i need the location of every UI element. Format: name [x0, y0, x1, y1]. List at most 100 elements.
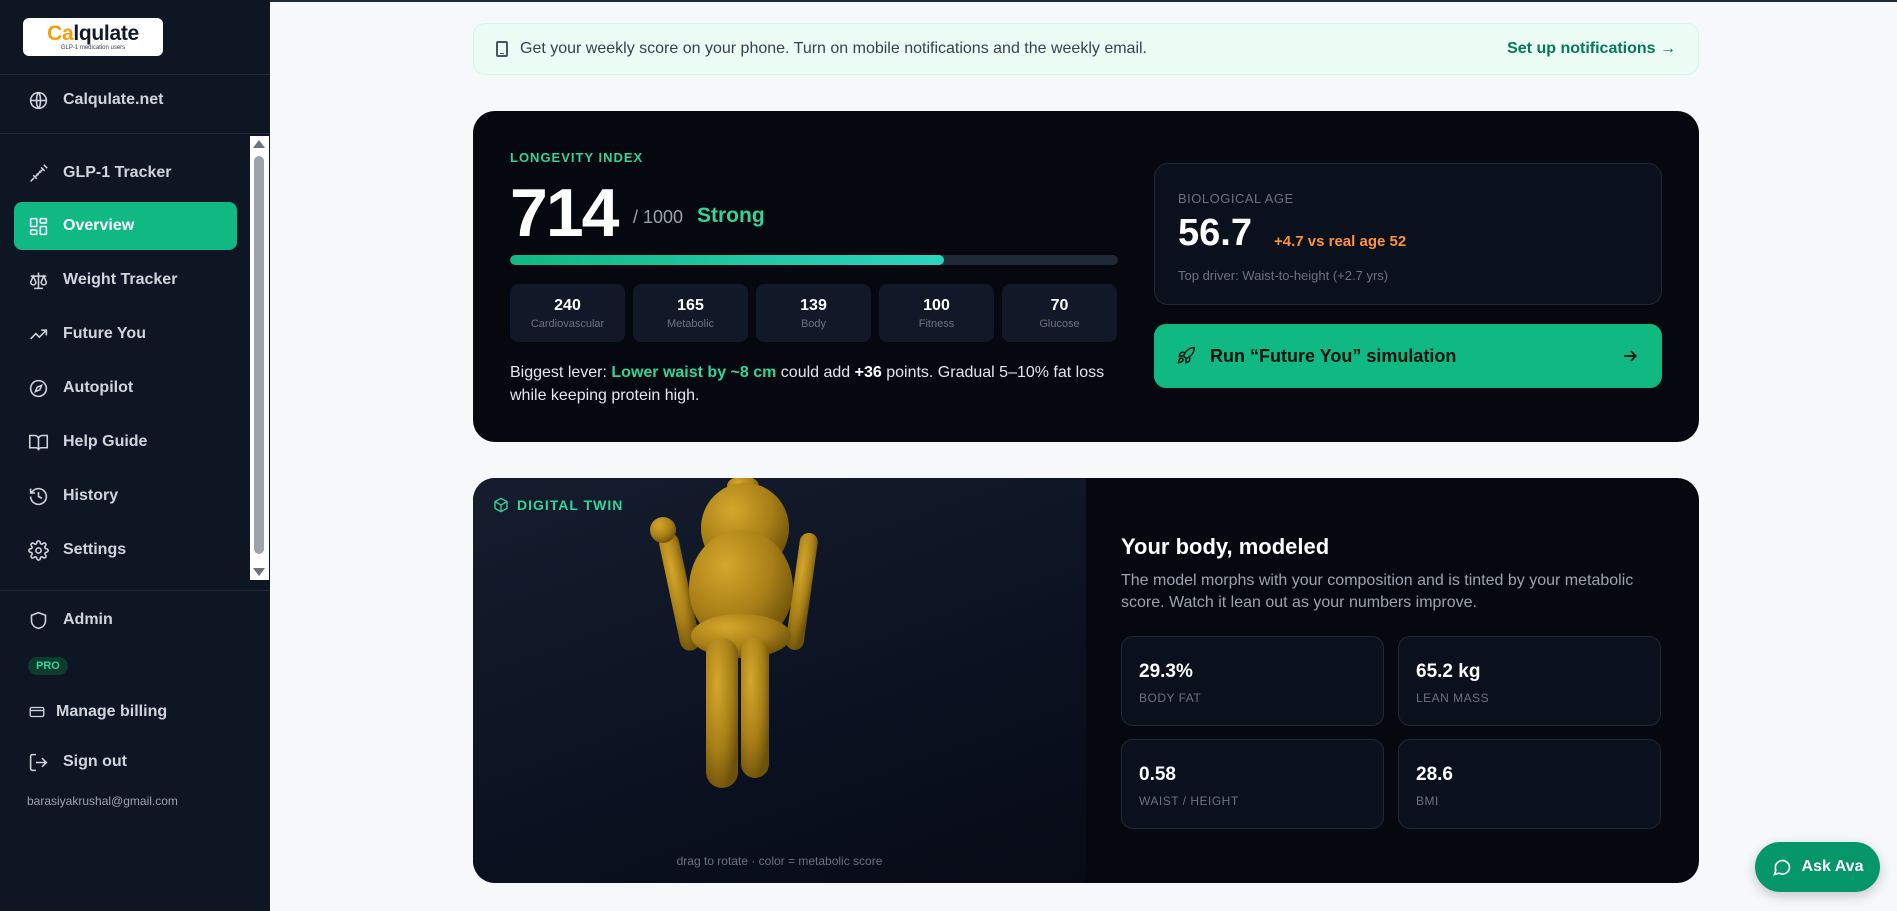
- subscore-card: 100 Fitness: [879, 284, 994, 342]
- sign-out-icon: [29, 753, 48, 771]
- subscore-label: Glucose: [1039, 317, 1080, 330]
- nav-settings[interactable]: Settings: [14, 526, 237, 574]
- nav-future-you[interactable]: Future You: [14, 310, 237, 358]
- divider: [0, 74, 270, 75]
- bio-age-label: BIOLOGICAL AGE: [1178, 191, 1294, 206]
- longevity-progress-bar: [510, 255, 1118, 265]
- book-icon: [28, 434, 49, 451]
- metric-value: 28.6: [1416, 764, 1453, 785]
- dashboard-icon: [29, 217, 48, 235]
- history-icon: [29, 487, 48, 505]
- nav-help-guide[interactable]: Help Guide: [14, 418, 237, 466]
- banner-text: Get your weekly score on your phone. Tur…: [520, 40, 1147, 57]
- metric-value: 29.3%: [1139, 661, 1193, 682]
- notification-banner: Get your weekly score on your phone. Tur…: [473, 23, 1699, 75]
- pro-badge: PRO: [28, 657, 68, 675]
- nav-label: Overview: [63, 217, 135, 234]
- gear-icon: [28, 539, 49, 561]
- subscore-card: 139 Body: [756, 284, 871, 342]
- nav-glp1-tracker[interactable]: GLP-1 Tracker: [14, 149, 237, 197]
- subscore-label: Cardiovascular: [530, 317, 605, 330]
- subscore-label: Fitness: [918, 317, 955, 330]
- nav-label: Settings: [63, 541, 127, 558]
- syringe-icon: [30, 163, 48, 182]
- bio-age-driver: Top driver: Waist-to-height (+2.7 yrs): [1178, 268, 1389, 283]
- subscore-card: 240 Cardiovascular: [510, 284, 625, 342]
- nav-autopilot[interactable]: Autopilot: [14, 364, 237, 412]
- divider: [0, 133, 270, 134]
- longevity-card: LONGEVITY INDEX 714 / 1000 Strong 240 Car…: [473, 111, 1699, 442]
- shield-icon: [30, 611, 47, 629]
- scale-icon: [29, 272, 48, 289]
- trending-up-icon: [30, 328, 48, 339]
- arrow-right-icon: [1624, 350, 1638, 362]
- metric-value: 65.2 kg: [1416, 661, 1481, 682]
- metric-card-waist-height: 0.58 WAIST / HEIGHT: [1121, 739, 1384, 829]
- rocket-icon: [1177, 346, 1196, 364]
- user-email: barasiyakrushal@gmail.com: [27, 794, 178, 808]
- twin-description: The model morphs with your composition a…: [1121, 572, 1634, 611]
- subscore-list: 240 Cardiovascular 165 Metabolic 139 Body 1…: [510, 284, 1117, 342]
- nav-overview[interactable]: Overview: [14, 202, 237, 250]
- longevity-status: Strong: [697, 204, 765, 227]
- twin-hint: drag to rotate · color = metabolic score: [676, 854, 883, 868]
- credit-card-icon: [29, 706, 45, 718]
- nav-sign-out[interactable]: Sign out: [14, 738, 237, 786]
- subscore-value: 139: [800, 296, 827, 314]
- bio-age-value: 56.7: [1178, 212, 1252, 254]
- digital-twin-card: DIGITAL TWIN drag to rotate · color = me…: [473, 478, 1699, 883]
- longevity-total: / 1000: [633, 207, 684, 227]
- top-border: [0, 0, 1897, 2]
- subscore-value: 70: [1050, 296, 1069, 314]
- brand-tagline: GLP-1 medication users: [60, 44, 126, 51]
- metric-card-bmi: 28.6 BMI: [1398, 739, 1661, 829]
- nav-label: Help Guide: [63, 433, 148, 450]
- nav-history[interactable]: History: [14, 472, 237, 520]
- longevity-score: 714: [510, 175, 619, 251]
- compass-icon: [29, 379, 48, 397]
- nav-label: Autopilot: [63, 379, 134, 396]
- twin-viewport[interactable]: DIGITAL TWIN drag to rotate · color = me…: [473, 478, 1086, 883]
- nav-label: Sign out: [63, 753, 127, 770]
- scroll-thumb[interactable]: [254, 156, 264, 554]
- phone-icon: [496, 41, 508, 57]
- subscore-card: 165 Metabolic: [633, 284, 748, 342]
- globe-icon: [29, 91, 48, 109]
- cube-icon: [494, 497, 508, 513]
- run-simulation-button[interactable]: Run “Future You” simulation: [1154, 324, 1662, 388]
- nav-label: Manage billing: [56, 703, 168, 720]
- nav-label: Calqulate.net: [63, 91, 164, 108]
- nav-manage-billing[interactable]: Manage billing: [14, 688, 237, 736]
- metric-card-body-fat: 29.3% BODY FAT: [1121, 636, 1384, 726]
- subscore-label: Body: [800, 317, 827, 330]
- brand-logo[interactable]: Calqulate GLP-1 medication users: [23, 18, 163, 56]
- nav-weight-tracker[interactable]: Weight Tracker: [14, 256, 237, 304]
- biggest-lever-text: Biggest lever: Lower waist by ~8 cm coul…: [510, 364, 1105, 404]
- metric-label: LEAN MASS: [1416, 691, 1490, 705]
- setup-notifications-link[interactable]: Set up notifications →: [1507, 40, 1676, 58]
- subscore-value: 100: [923, 296, 950, 314]
- nav-admin[interactable]: Admin: [14, 596, 237, 644]
- longevity-label: LONGEVITY INDEX: [510, 150, 644, 165]
- scroll-down-arrow[interactable]: [253, 568, 265, 576]
- metric-card-lean-mass: 65.2 kg LEAN MASS: [1398, 636, 1661, 726]
- metric-label: WAIST / HEIGHT: [1139, 794, 1239, 808]
- bio-age-delta: +4.7 vs real age 52: [1274, 233, 1407, 250]
- ask-ava-button[interactable]: Ask Ava: [1755, 842, 1880, 892]
- sidebar-scrollbar[interactable]: [250, 136, 269, 580]
- body-model[interactable]: [633, 478, 833, 798]
- metric-label: BMI: [1416, 794, 1439, 808]
- longevity-progress-fill: [510, 255, 945, 265]
- subscore-value: 165: [677, 296, 704, 314]
- nav-label: Future You: [63, 325, 146, 342]
- twin-label: DIGITAL TWIN: [493, 497, 623, 513]
- nav-label: GLP-1 Tracker: [63, 164, 172, 181]
- nav-label: Admin: [63, 611, 113, 628]
- chat-bubble-icon: [1772, 859, 1790, 876]
- divider: [0, 590, 270, 591]
- nav-calqulate-net[interactable]: Calqulate.net: [14, 76, 237, 124]
- ask-ava-label: Ask Ava: [1801, 858, 1864, 875]
- scroll-up-arrow[interactable]: [253, 140, 265, 148]
- brand-name: Calqulate: [47, 21, 139, 45]
- sidebar: Calqulate GLP-1 medication users Calqula…: [0, 0, 270, 911]
